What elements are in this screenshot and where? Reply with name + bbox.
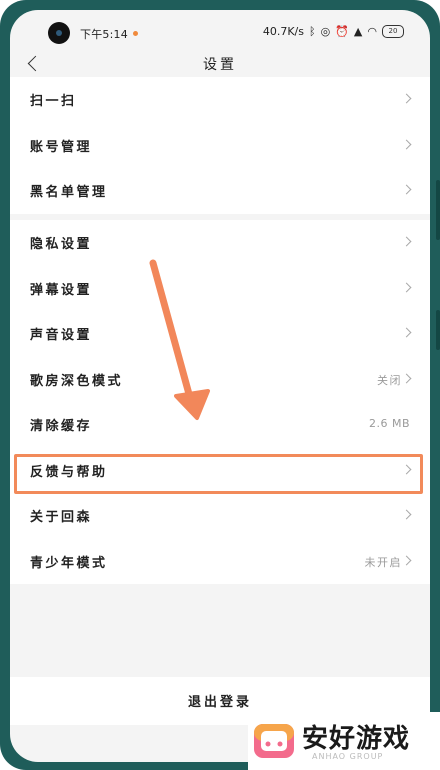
watermark-text: 安好游戏 — [302, 724, 411, 754]
annotation-arrow — [149, 259, 210, 420]
watermark-subtext: ANHAO GROUP — [312, 752, 384, 761]
gamepad-logo-icon — [254, 724, 294, 758]
watermark: 安好游戏 ANHAO GROUP — [248, 712, 440, 770]
